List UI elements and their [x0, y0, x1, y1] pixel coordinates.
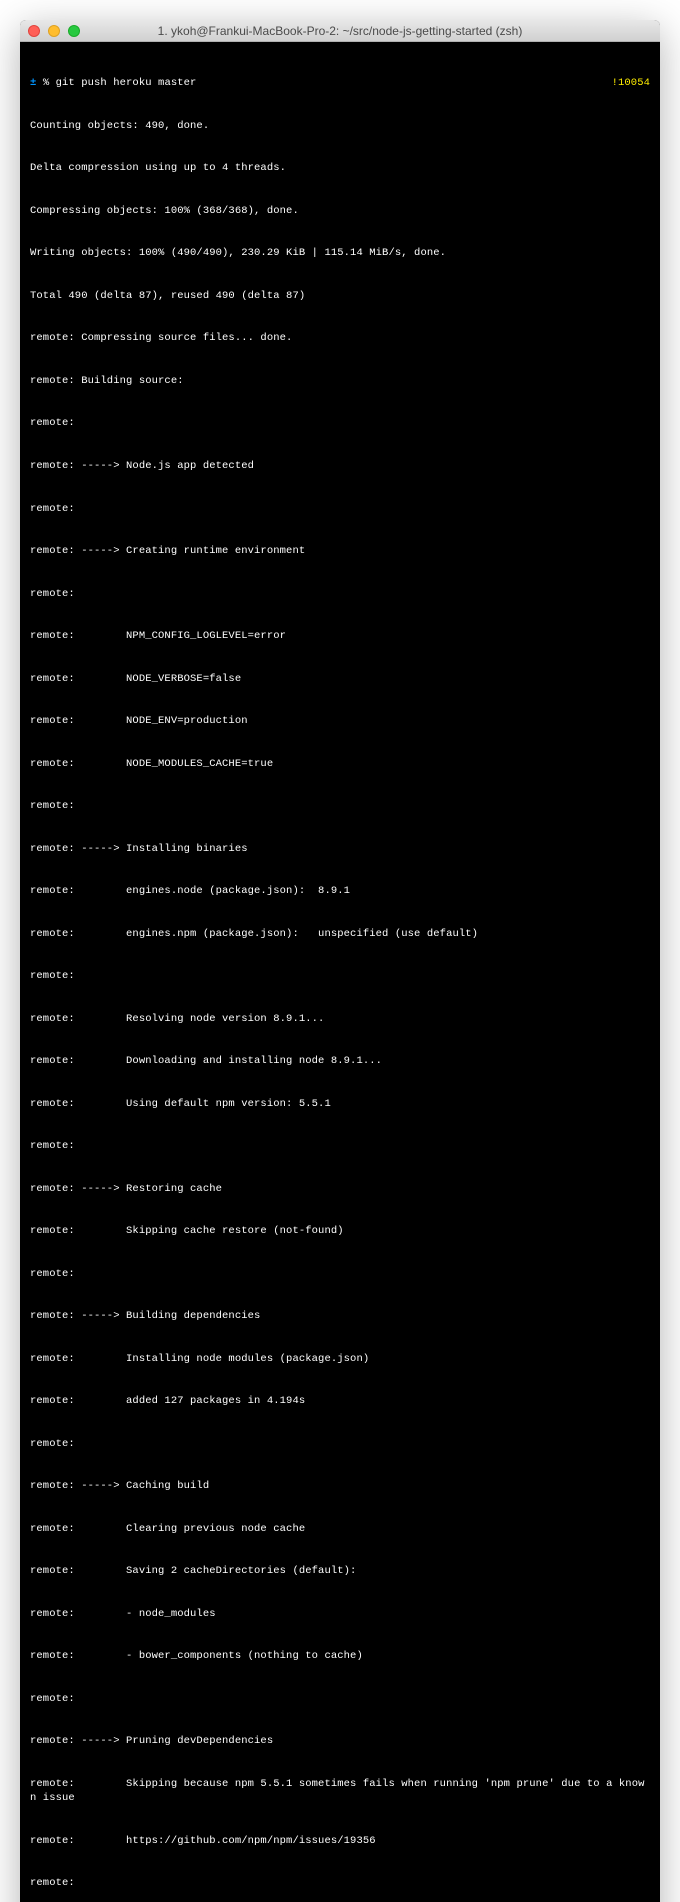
zoom-icon[interactable] — [68, 25, 80, 37]
minimize-icon[interactable] — [48, 25, 60, 37]
output-line: remote: Skipping cache restore (not-foun… — [30, 1224, 650, 1238]
output-line: remote: -----> Creating runtime environm… — [30, 544, 650, 558]
output-line: remote: -----> Restoring cache — [30, 1182, 650, 1196]
output-line: remote: added 127 packages in 4.194s — [30, 1394, 650, 1408]
output-line: remote: -----> Caching build — [30, 1479, 650, 1493]
output-line: remote: engines.npm (package.json): unsp… — [30, 927, 650, 941]
output-line: remote: — [30, 416, 650, 430]
titlebar: 1. ykoh@Frankui-MacBook-Pro-2: ~/src/nod… — [20, 20, 660, 42]
output-line: remote: — [30, 1139, 650, 1153]
output-line: remote: Downloading and installing node … — [30, 1054, 650, 1068]
terminal-content[interactable]: ± % git push heroku master !10054 Counti… — [20, 42, 660, 1902]
output-line: Compressing objects: 100% (368/368), don… — [30, 204, 650, 218]
output-line: remote: -----> Installing binaries — [30, 842, 650, 856]
output-line: remote: — [30, 1437, 650, 1451]
output-line: remote: NODE_MODULES_CACHE=true — [30, 757, 650, 771]
output-line: remote: NPM_CONFIG_LOGLEVEL=error — [30, 629, 650, 643]
output-line: Counting objects: 490, done. — [30, 119, 650, 133]
terminal-window: 1. ykoh@Frankui-MacBook-Pro-2: ~/src/nod… — [20, 20, 660, 1902]
output-line: Writing objects: 100% (490/490), 230.29 … — [30, 246, 650, 260]
prompt-separator: % — [43, 77, 49, 89]
output-line: remote: -----> Building dependencies — [30, 1309, 650, 1323]
output-line: remote: Clearing previous node cache — [30, 1522, 650, 1536]
output-line: remote: NODE_ENV=production — [30, 714, 650, 728]
output-line: remote: Saving 2 cacheDirectories (defau… — [30, 1564, 650, 1578]
prompt-symbol: ± — [30, 77, 36, 89]
output-line: remote: — [30, 969, 650, 983]
output-line: remote: - bower_components (nothing to c… — [30, 1649, 650, 1663]
output-line: remote: -----> Node.js app detected — [30, 459, 650, 473]
output-line: remote: — [30, 1267, 650, 1281]
output-line: remote: Using default npm version: 5.5.1 — [30, 1097, 650, 1111]
output-line: remote: NODE_VERBOSE=false — [30, 672, 650, 686]
output-line: remote: Skipping because npm 5.5.1 somet… — [30, 1777, 650, 1805]
output-line: remote: — [30, 1692, 650, 1706]
output-line: remote: -----> Pruning devDependencies — [30, 1734, 650, 1748]
prompt-line: ± % git push heroku master !10054 — [30, 76, 650, 90]
output-line: remote: — [30, 799, 650, 813]
output-line: remote: — [30, 1876, 650, 1890]
output-line: remote: — [30, 587, 650, 601]
status-badge: !10054 — [612, 76, 650, 90]
close-icon[interactable] — [28, 25, 40, 37]
output-line: remote: - node_modules — [30, 1607, 650, 1621]
output-line: remote: Resolving node version 8.9.1... — [30, 1012, 650, 1026]
output-line: remote: Building source: — [30, 374, 650, 388]
output-line: remote: Compressing source files... done… — [30, 331, 650, 345]
prompt-command: git push heroku master — [56, 77, 197, 89]
output-line: remote: Installing node modules (package… — [30, 1352, 650, 1366]
output-line: remote: — [30, 502, 650, 516]
output-line: remote: engines.node (package.json): 8.9… — [30, 884, 650, 898]
traffic-lights — [28, 25, 80, 37]
output-line: Delta compression using up to 4 threads. — [30, 161, 650, 175]
output-line: Total 490 (delta 87), reused 490 (delta … — [30, 289, 650, 303]
output-line: remote: https://github.com/npm/npm/issue… — [30, 1834, 650, 1848]
window-title: 1. ykoh@Frankui-MacBook-Pro-2: ~/src/nod… — [20, 24, 660, 38]
